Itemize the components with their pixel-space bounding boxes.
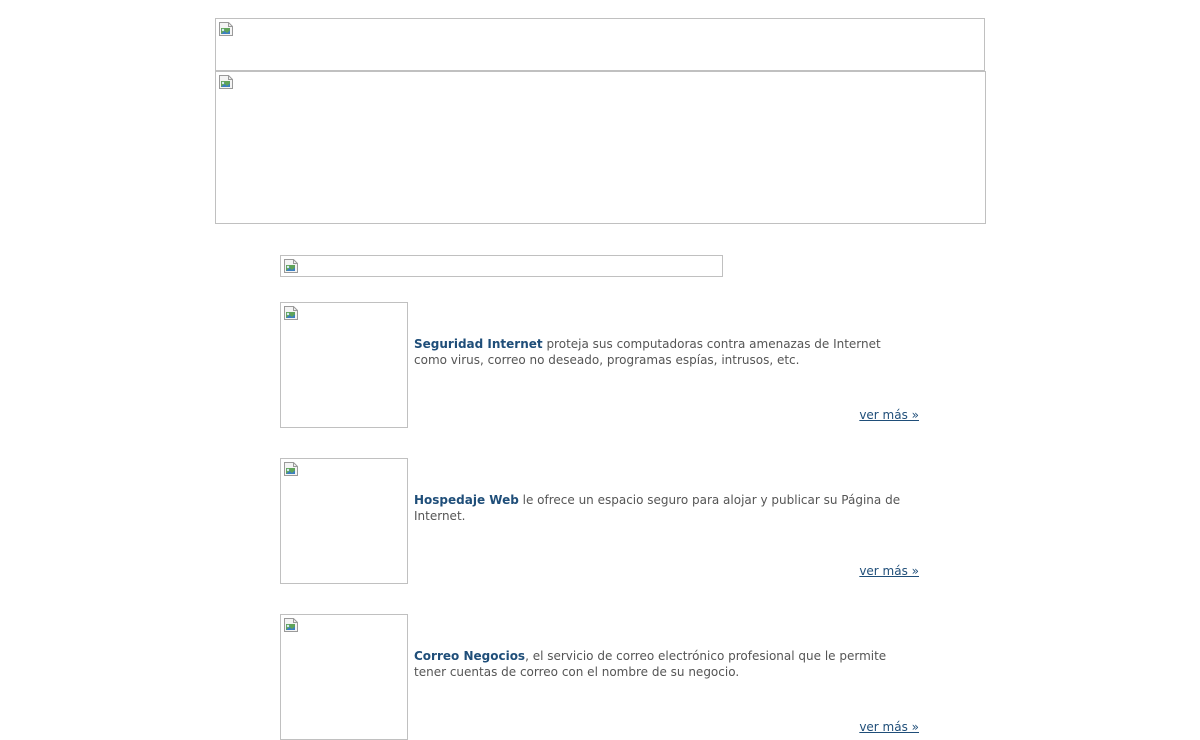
main-banner-image [215,71,986,224]
broken-image-icon [218,21,234,37]
broken-image-icon [283,617,299,633]
broken-image-icon [218,74,234,90]
broken-image-icon [283,461,299,477]
section-header-image [280,255,723,277]
product-name: Correo Negocios [414,649,526,663]
top-banner-image [215,18,985,71]
broken-image-icon [283,305,299,321]
product-description-hospedaje-web: Hospedaje Web le ofrece un espacio segur… [414,492,914,524]
product-description-correo-negocios: Correo Negocios, el servicio de correo e… [414,648,914,680]
product-description-seguridad-internet: Seguridad Internet proteja sus computado… [414,336,914,368]
ver-mas-link-seguridad-internet[interactable]: ver más » [859,407,919,423]
product-thumbnail-correo-negocios [280,614,408,740]
product-thumbnail-hospedaje-web [280,458,408,584]
broken-image-icon [283,258,299,274]
product-name: Hospedaje Web [414,493,519,507]
product-thumbnail-seguridad-internet [280,302,408,428]
ver-mas-link-hospedaje-web[interactable]: ver más » [859,563,919,579]
ver-mas-link-correo-negocios[interactable]: ver más » [859,719,919,735]
product-name: Seguridad Internet [414,337,543,351]
